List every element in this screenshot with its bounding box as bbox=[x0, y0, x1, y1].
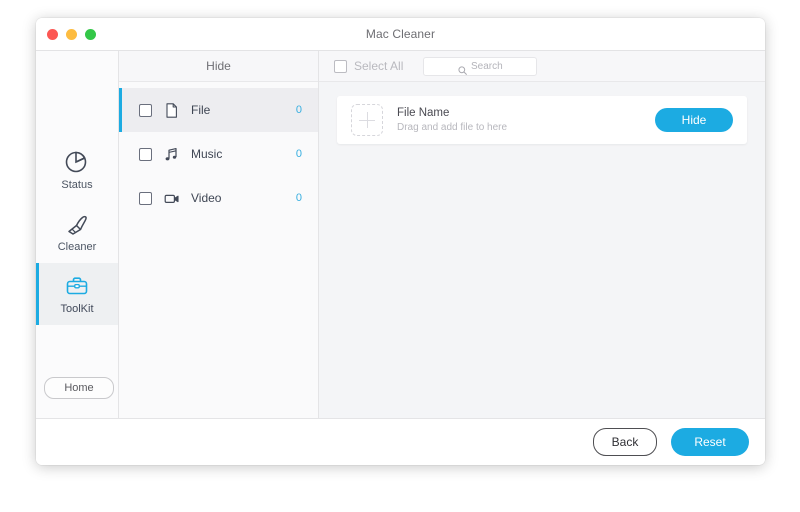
category-count: 0 bbox=[295, 104, 302, 116]
file-card-title: File Name bbox=[397, 107, 450, 119]
category-checkbox[interactable] bbox=[139, 147, 152, 161]
category-count: 0 bbox=[295, 192, 302, 204]
sidebar-item-cleaner[interactable]: Cleaner bbox=[36, 201, 118, 263]
traffic-lights bbox=[47, 18, 96, 50]
category-row-file[interactable]: File 0 bbox=[119, 88, 318, 132]
category-count: 0 bbox=[295, 148, 302, 160]
toolbox-icon bbox=[63, 273, 91, 299]
file-drop-card[interactable]: File Name Drag and add file to here Hide bbox=[337, 96, 747, 144]
select-all-label: Select All bbox=[354, 59, 404, 73]
minimize-window-button[interactable] bbox=[66, 28, 77, 40]
sidebar-item-label: ToolKit bbox=[60, 303, 94, 315]
search-placeholder: Search bbox=[471, 60, 503, 72]
search-icon bbox=[458, 62, 467, 75]
sidebar-item-toolkit[interactable]: ToolKit bbox=[36, 263, 118, 325]
category-checkbox[interactable] bbox=[139, 103, 152, 117]
sidebar-top-spacer bbox=[36, 51, 118, 139]
close-window-button[interactable] bbox=[47, 28, 58, 40]
sidebar-item-label: Cleaner bbox=[57, 241, 97, 253]
sidebar-item-status[interactable]: Status bbox=[36, 139, 118, 201]
video-camera-icon bbox=[163, 190, 180, 207]
category-row-music[interactable]: Music 0 bbox=[119, 132, 318, 176]
add-file-placeholder-icon[interactable] bbox=[351, 104, 383, 136]
file-icon bbox=[163, 102, 180, 119]
music-note-icon bbox=[163, 146, 180, 163]
window-body: Status Cleaner ToolKit Home Hide File 0 … bbox=[36, 51, 765, 418]
search-input[interactable]: Search bbox=[423, 56, 538, 76]
category-panel-header: Hide bbox=[119, 51, 318, 82]
select-all-control[interactable]: Select All bbox=[334, 59, 403, 73]
main-toolbar: Select All Search bbox=[319, 51, 765, 82]
reset-button[interactable]: Reset bbox=[671, 428, 749, 456]
maximize-window-button[interactable] bbox=[85, 28, 96, 40]
file-list: File Name Drag and add file to here Hide bbox=[319, 82, 765, 418]
home-button[interactable]: Home bbox=[44, 377, 114, 399]
sidebar: Status Cleaner ToolKit Home bbox=[36, 51, 119, 418]
app-window: Mac Cleaner Status Cleaner ToolKit Home … bbox=[36, 18, 765, 465]
file-card-text: File Name Drag and add file to here bbox=[397, 107, 641, 133]
file-card-subtitle: Drag and add file to here bbox=[397, 122, 508, 133]
category-checkbox[interactable] bbox=[139, 191, 152, 205]
hide-button[interactable]: Hide bbox=[655, 108, 733, 132]
category-panel: Hide File 0 Music 0 Video 0 bbox=[119, 51, 319, 418]
category-row-video[interactable]: Video 0 bbox=[119, 176, 318, 220]
category-list: File 0 Music 0 Video 0 bbox=[119, 82, 318, 418]
sidebar-item-label: Status bbox=[61, 179, 93, 191]
pie-chart-icon bbox=[63, 149, 91, 175]
title-bar: Mac Cleaner bbox=[36, 18, 765, 51]
sidebar-footer: Home bbox=[36, 358, 118, 418]
back-button[interactable]: Back bbox=[593, 428, 657, 456]
category-label: Music bbox=[191, 147, 223, 161]
window-title: Mac Cleaner bbox=[365, 27, 436, 41]
main-panel: Select All Search File Name Drag and add… bbox=[319, 51, 765, 418]
brush-icon bbox=[63, 211, 91, 237]
select-all-checkbox[interactable] bbox=[334, 59, 347, 73]
category-label: Video bbox=[191, 191, 222, 205]
screen: Mac Cleaner Status Cleaner ToolKit Home … bbox=[0, 0, 800, 512]
window-footer: Back Reset bbox=[36, 418, 765, 465]
category-label: File bbox=[191, 103, 211, 117]
